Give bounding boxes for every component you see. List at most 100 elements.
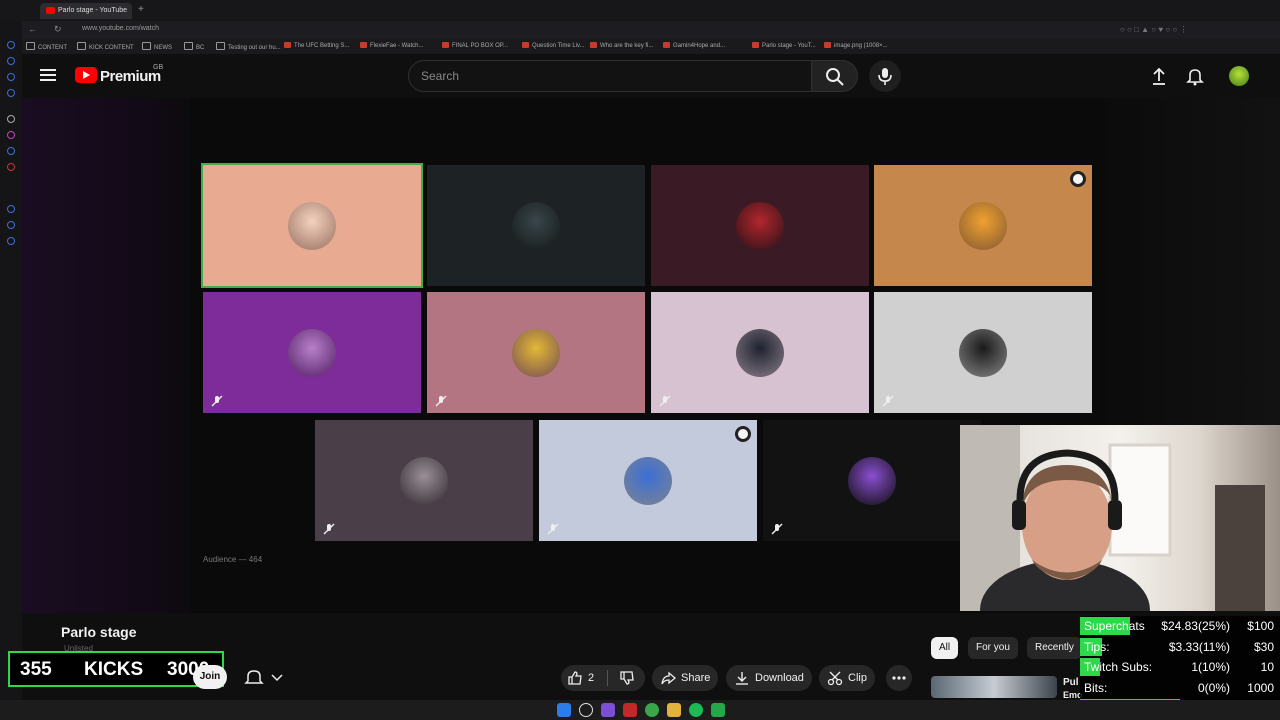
goal-value: $3.33(11%) bbox=[1168, 639, 1230, 654]
muted-mic-icon bbox=[323, 523, 335, 535]
bookmark-item[interactable]: image.png (1008×... bbox=[824, 42, 888, 49]
streamer-webcam bbox=[960, 425, 1280, 611]
participant-tile[interactable] bbox=[201, 163, 423, 288]
more-actions-button[interactable] bbox=[886, 665, 912, 691]
participant-avatar bbox=[288, 328, 336, 377]
sidebar-icon[interactable] bbox=[7, 147, 15, 155]
browser-tab-active[interactable]: Parlo stage - YouTube bbox=[40, 3, 132, 19]
sidebar-icon[interactable] bbox=[7, 73, 15, 81]
download-button[interactable]: Download bbox=[726, 665, 812, 691]
sidebar-icon[interactable] bbox=[7, 163, 15, 171]
goal-target: 10 bbox=[1260, 660, 1274, 675]
participant-tile[interactable] bbox=[427, 165, 645, 286]
goal-row: Twitch Subs: 1(10%) 10 bbox=[1080, 657, 1280, 677]
dislike-button[interactable] bbox=[611, 665, 645, 691]
search-box[interactable] bbox=[408, 60, 812, 92]
goal-row: Superchats $24.83(25%) $100 bbox=[1080, 616, 1280, 636]
sidebar-icon[interactable] bbox=[7, 221, 15, 229]
sidebar-icon[interactable] bbox=[7, 89, 15, 97]
bookmark-item[interactable]: Question Time Liv... bbox=[522, 42, 585, 49]
search-input[interactable] bbox=[409, 61, 811, 91]
app-icon[interactable] bbox=[711, 703, 725, 717]
bookmark-item[interactable]: The UFC Betting S... bbox=[284, 42, 349, 49]
up-next-title[interactable]: Pul bbox=[1063, 677, 1079, 688]
participant-tile[interactable] bbox=[874, 292, 1092, 413]
up-next-thumbnail[interactable] bbox=[931, 676, 1057, 698]
menu-icon[interactable] bbox=[40, 69, 56, 81]
participant-tile[interactable] bbox=[427, 292, 645, 413]
bookmark-item[interactable]: NEWS bbox=[142, 42, 172, 51]
muted-mic-icon bbox=[659, 395, 671, 407]
kicks-label: KICKS bbox=[84, 659, 144, 680]
bookmark-item[interactable]: Parlo stage - YouT... bbox=[752, 42, 816, 49]
participant-tile[interactable] bbox=[874, 165, 1092, 286]
sidebar-icon[interactable] bbox=[7, 115, 15, 123]
participant-avatar bbox=[736, 201, 784, 250]
discord-icon[interactable] bbox=[601, 703, 615, 717]
brand-wordmark[interactable]: Premium bbox=[100, 68, 161, 85]
participant-avatar bbox=[400, 456, 448, 505]
search-icon bbox=[826, 68, 844, 86]
sidebar-icon[interactable] bbox=[7, 131, 15, 139]
chip-recently[interactable]: Recently bbox=[1027, 637, 1082, 659]
goal-row: Bits: 0(0%) 1000 bbox=[1080, 678, 1280, 698]
share-icon bbox=[661, 671, 676, 685]
bell-dropdown-icon bbox=[244, 670, 283, 684]
bookmark-item[interactable]: Testing out our hu... bbox=[216, 42, 281, 51]
participant-tile[interactable] bbox=[539, 420, 757, 541]
youtube-logo-icon[interactable] bbox=[75, 67, 97, 83]
url-text[interactable]: www.youtube.com/watch bbox=[82, 25, 159, 32]
bookmark-item[interactable]: FlexieFae - Watch... bbox=[360, 42, 423, 49]
chip-all[interactable]: All bbox=[931, 637, 959, 659]
address-bar[interactable]: ← ↻ www.youtube.com/watch ○ ○ □ ▲ ○ ♥ ○ … bbox=[0, 21, 1280, 39]
upload-icon[interactable] bbox=[1149, 66, 1169, 86]
bookmark-item[interactable]: CONTENT bbox=[26, 42, 67, 51]
goal-target: $100 bbox=[1247, 619, 1274, 633]
subscribe-notifications-button[interactable] bbox=[242, 665, 292, 689]
muted-mic-icon bbox=[882, 395, 894, 407]
account-avatar[interactable] bbox=[1229, 66, 1249, 86]
like-button[interactable]: 2 bbox=[561, 665, 607, 691]
participant-tile[interactable] bbox=[651, 165, 869, 286]
reload-icon[interactable]: ↻ bbox=[54, 24, 62, 35]
sidebar-icon[interactable] bbox=[7, 205, 15, 213]
clip-button[interactable]: Clip bbox=[819, 665, 875, 691]
sidebar-icon[interactable] bbox=[7, 57, 15, 65]
file-explorer-icon[interactable] bbox=[667, 703, 681, 717]
bookmark-item[interactable]: Who are the key fi... bbox=[590, 42, 653, 49]
participant-tile[interactable] bbox=[315, 420, 533, 541]
browser-toolbar-icons[interactable]: ○ ○ □ ▲ ○ ♥ ○ ○ ⋮ bbox=[1120, 25, 1187, 34]
notifications-bell-icon[interactable] bbox=[1185, 66, 1205, 86]
goal-value: $24.83(25%) bbox=[1161, 619, 1230, 633]
opera-icon[interactable] bbox=[623, 703, 637, 717]
goal-value: 0(0%) bbox=[1197, 680, 1230, 695]
divider bbox=[607, 670, 608, 686]
youtube-favicon-icon bbox=[46, 7, 55, 14]
bookmark-item[interactable]: KICK CONTENT bbox=[77, 42, 134, 51]
back-icon[interactable]: ← bbox=[28, 24, 37, 34]
bookmark-item[interactable]: FINAL PO BOX OP... bbox=[442, 42, 508, 49]
participant-avatar bbox=[288, 201, 336, 250]
sidebar-icon[interactable] bbox=[7, 237, 15, 245]
participant-tile[interactable] bbox=[763, 420, 981, 541]
bookmark-item[interactable]: BC bbox=[184, 42, 204, 51]
sidebar-icon[interactable] bbox=[7, 41, 15, 49]
bookmark-item[interactable]: Gamin4Hope and... bbox=[663, 42, 725, 49]
share-label: Share bbox=[681, 672, 711, 684]
participant-tile[interactable] bbox=[651, 292, 869, 413]
participant-tile[interactable] bbox=[203, 292, 421, 413]
share-button[interactable]: Share bbox=[652, 665, 718, 691]
chrome-icon[interactable] bbox=[645, 703, 659, 717]
goal-target: $30 bbox=[1253, 639, 1274, 654]
voice-search-button[interactable] bbox=[869, 60, 901, 92]
start-menu-icon[interactable] bbox=[557, 703, 571, 717]
chip-for-you[interactable]: For you bbox=[968, 637, 1018, 659]
join-button[interactable]: Join bbox=[193, 665, 227, 689]
new-tab-icon[interactable]: + bbox=[138, 4, 144, 15]
search-icon[interactable] bbox=[579, 703, 593, 717]
spotify-icon[interactable] bbox=[689, 703, 703, 717]
participant-avatar bbox=[624, 456, 672, 505]
scissors-icon bbox=[827, 671, 843, 686]
search-button[interactable] bbox=[812, 60, 858, 92]
download-label: Download bbox=[755, 672, 804, 684]
